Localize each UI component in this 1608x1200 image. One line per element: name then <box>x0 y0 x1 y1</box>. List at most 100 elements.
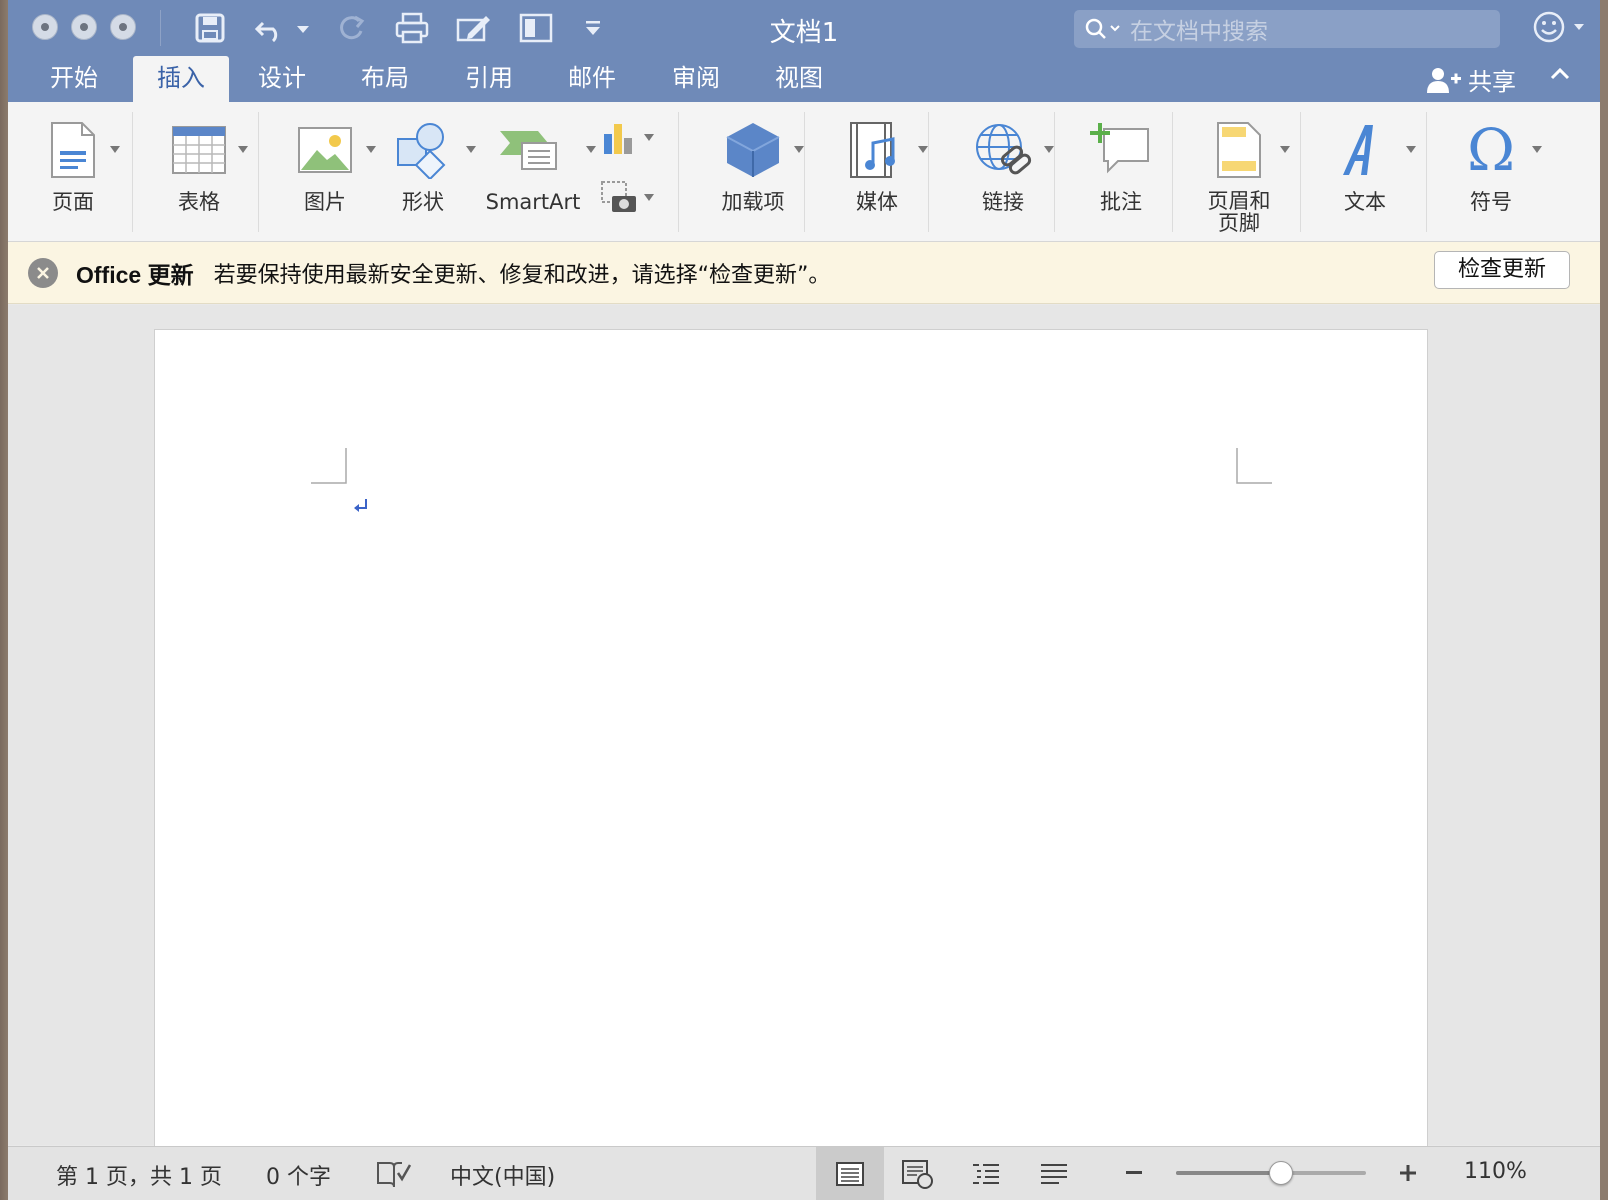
page-count[interactable]: 第 1 页，共 1 页 <box>56 1159 222 1191</box>
text-dropdown-icon[interactable] <box>1406 146 1416 153</box>
chart-button[interactable] <box>600 120 660 160</box>
symbol-dropdown-icon[interactable] <box>1532 146 1542 153</box>
link-button[interactable]: 链接 <box>948 116 1058 214</box>
hyperlink-icon <box>976 124 1032 175</box>
language[interactable]: 中文(中国) <box>450 1159 555 1191</box>
header-footer-label: 页眉和 页脚 <box>1184 190 1294 234</box>
header-footer-icon <box>1217 122 1261 178</box>
chart-dropdown-icon[interactable] <box>644 134 654 141</box>
search-icon <box>1084 17 1124 41</box>
share-button[interactable]: 共享 <box>1426 62 1516 97</box>
addins-label: 加载项 <box>721 190 785 214</box>
tab-insert[interactable]: 插入 <box>133 56 229 102</box>
link-label: 链接 <box>982 190 1024 214</box>
table-button[interactable]: 表格 <box>144 116 254 214</box>
symbol-label: 符号 <box>1470 190 1512 214</box>
ribbon-separator <box>1054 112 1055 232</box>
dismiss-notification-icon[interactable] <box>28 257 58 288</box>
smartart-button[interactable]: SmartArt <box>468 116 598 214</box>
ribbon-separator <box>132 112 133 232</box>
smartart-icon <box>500 131 557 170</box>
ribbon-separator <box>1172 112 1173 232</box>
print-layout-view-icon[interactable] <box>816 1147 884 1200</box>
header-footer-button[interactable]: 页眉和 页脚 <box>1184 116 1294 234</box>
ribbon-separator <box>258 112 259 232</box>
smartart-dropdown-icon[interactable] <box>586 146 596 153</box>
shapes-button[interactable]: 形状 <box>368 116 478 214</box>
update-notification-bar: Office 更新 若要保持使用最新安全更新、修复和改进，请选择“检查更新”。 … <box>8 242 1600 304</box>
draft-view-icon[interactable] <box>1020 1147 1088 1200</box>
chart-icon <box>604 124 632 154</box>
media-label: 媒体 <box>856 190 898 214</box>
top-left-margin-mark <box>311 448 347 484</box>
zoom-slider-handle[interactable] <box>1268 1161 1293 1185</box>
media-icon <box>850 122 895 178</box>
top-right-margin-mark <box>1236 448 1272 484</box>
ribbon-separator <box>928 112 929 232</box>
media-button[interactable]: 媒体 <box>822 116 932 214</box>
link-dropdown-icon[interactable] <box>1044 146 1054 153</box>
tab-review[interactable]: 审阅 <box>650 56 742 102</box>
tab-view[interactable]: 视图 <box>753 56 845 102</box>
web-layout-view-icon[interactable] <box>884 1147 952 1200</box>
shapes-icon <box>397 123 446 179</box>
document-page[interactable] <box>154 329 1428 1169</box>
screenshot-dropdown-icon[interactable] <box>644 194 654 201</box>
comment-button[interactable]: 批注 <box>1066 116 1176 214</box>
ribbon-separator <box>678 112 679 232</box>
text-button[interactable]: 文本 <box>1310 116 1420 214</box>
title-bar: 文档1 在文档中搜索 开始 插入 设计 布局 引用 邮件 审阅 视图 共享 <box>8 0 1600 102</box>
table-label: 表格 <box>178 190 220 214</box>
page-dropdown-icon[interactable] <box>110 146 120 153</box>
omega-symbol-icon: Ω <box>1466 116 1516 184</box>
media-dropdown-icon[interactable] <box>918 146 928 153</box>
picture-label: 图片 <box>304 190 346 214</box>
insert-ribbon: 页面 表格 图片 形状 SmartArt 加载项 媒体 链接 批注 页眉和 页脚… <box>8 102 1600 242</box>
proofing-icon[interactable] <box>376 1159 412 1193</box>
word-count[interactable]: 0 个字 <box>266 1159 331 1191</box>
word-window: 文档1 在文档中搜索 开始 插入 设计 布局 引用 邮件 审阅 视图 共享 页面… <box>8 0 1600 1200</box>
zoom-percentage[interactable]: 110% <box>1464 1159 1527 1184</box>
tab-mailings[interactable]: 邮件 <box>546 56 638 102</box>
page-label: 页面 <box>52 190 94 214</box>
zoom-slider-fill <box>1176 1171 1281 1175</box>
tab-references[interactable]: 引用 <box>443 56 535 102</box>
check-updates-button[interactable]: 检查更新 <box>1434 251 1570 289</box>
new-comment-icon <box>1090 123 1149 174</box>
text-box-icon <box>1343 125 1373 175</box>
add-person-icon <box>1426 66 1462 94</box>
header-footer-label-line2: 页脚 <box>1218 211 1260 235</box>
addins-button[interactable]: 加载项 <box>698 116 808 214</box>
table-dropdown-icon[interactable] <box>238 146 248 153</box>
comment-label: 批注 <box>1100 190 1142 214</box>
paragraph-mark-icon <box>354 499 367 512</box>
picture-button[interactable]: 图片 <box>270 116 380 214</box>
zoom-in-icon[interactable] <box>1398 1163 1418 1187</box>
tab-design[interactable]: 设计 <box>236 56 328 102</box>
addins-store-icon <box>726 123 780 177</box>
smartart-label: SmartArt <box>485 190 581 214</box>
screenshot-button[interactable] <box>600 180 660 220</box>
outline-view-icon[interactable] <box>952 1147 1020 1200</box>
search-box[interactable]: 在文档中搜索 <box>1074 10 1500 48</box>
search-placeholder: 在文档中搜索 <box>1130 19 1268 45</box>
page-button[interactable]: 页面 <box>18 116 128 214</box>
zoom-slider-track[interactable] <box>1176 1161 1366 1185</box>
symbol-button[interactable]: Ω 符号 <box>1436 116 1546 214</box>
header-footer-dropdown-icon[interactable] <box>1280 146 1290 153</box>
ribbon-tabs: 开始 插入 设计 布局 引用 邮件 审阅 视图 <box>8 56 1600 102</box>
status-bar: 第 1 页，共 1 页 0 个字 中文(中国) 110% <box>8 1146 1600 1200</box>
ribbon-separator <box>804 112 805 232</box>
collapse-ribbon-icon[interactable] <box>1548 64 1572 88</box>
page-icon <box>51 122 95 178</box>
zoom-out-icon[interactable] <box>1126 1171 1142 1174</box>
ribbon-separator <box>1300 112 1301 232</box>
tab-layout[interactable]: 布局 <box>339 56 431 102</box>
addins-dropdown-icon[interactable] <box>794 146 804 153</box>
header-footer-label-line1: 页眉和 <box>1207 189 1271 213</box>
feedback-smiley-icon[interactable] <box>1532 10 1592 50</box>
document-canvas[interactable] <box>8 305 1600 1169</box>
tab-home[interactable]: 开始 <box>28 56 120 102</box>
share-label: 共享 <box>1468 68 1516 96</box>
notification-title: Office 更新 <box>76 261 194 288</box>
